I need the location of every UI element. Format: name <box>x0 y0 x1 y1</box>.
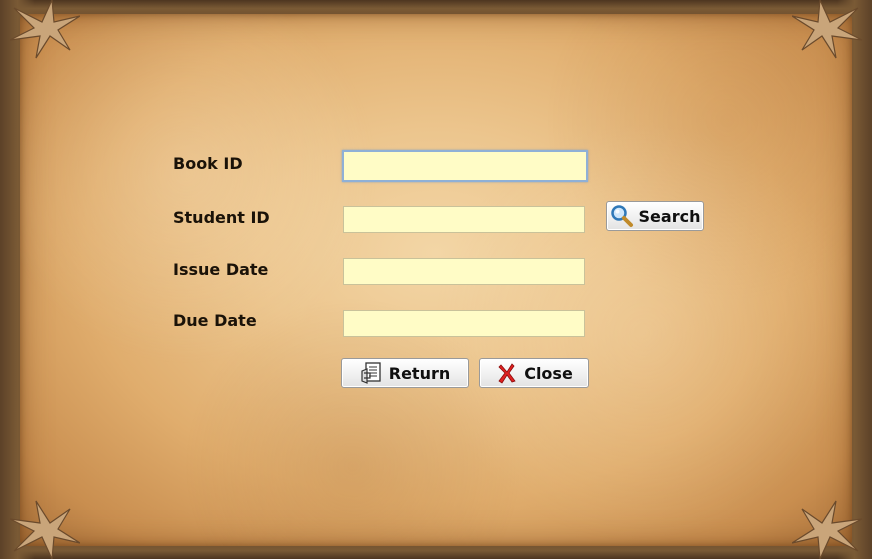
corner-star-decoration <box>0 499 80 559</box>
corner-star-decoration <box>0 0 80 60</box>
corner-star-decoration <box>792 0 872 60</box>
book-id-field[interactable] <box>342 150 588 182</box>
magnifier-icon <box>610 204 634 228</box>
due-date-field[interactable] <box>343 310 585 337</box>
book-id-label: Book ID <box>173 154 243 173</box>
return-button-label: Return <box>388 363 451 383</box>
red-x-icon <box>495 361 519 385</box>
search-button[interactable]: Search <box>606 201 704 231</box>
book-stack-icon <box>360 361 384 385</box>
due-date-label: Due Date <box>173 311 257 330</box>
close-button-label: Close <box>524 363 573 383</box>
issue-date-label: Issue Date <box>173 260 269 279</box>
issue-date-field[interactable] <box>343 258 585 285</box>
student-id-field[interactable] <box>343 206 585 233</box>
corner-star-decoration <box>792 499 872 559</box>
student-id-label: Student ID <box>173 208 270 227</box>
return-button[interactable]: Return <box>341 358 469 388</box>
search-button-label: Search <box>638 206 701 226</box>
close-button[interactable]: Close <box>479 358 589 388</box>
